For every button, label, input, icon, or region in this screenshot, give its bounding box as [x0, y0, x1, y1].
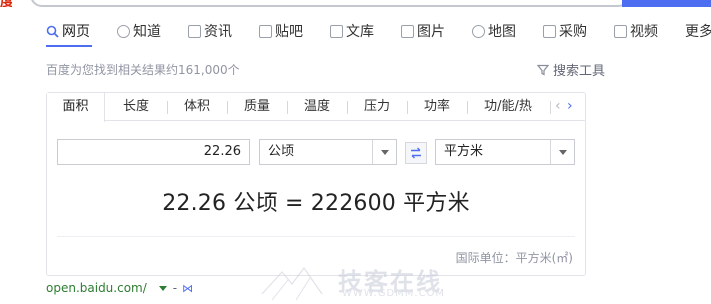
document-icon [330, 24, 343, 38]
watermark-url: WWW.GDMM.COM [342, 288, 446, 299]
result-count: 百度为您找到相关结果约161,000个 [46, 63, 240, 77]
nav-item-web[interactable]: 网页 [46, 18, 90, 44]
nav-item-images[interactable]: 图片 [401, 18, 445, 44]
to-unit-select[interactable]: 平方米 [435, 139, 575, 165]
result-source: open.baidu.com/ - ⋈ [46, 281, 193, 295]
watermark: 技客在线 WWW.GDMM.COM [252, 262, 467, 304]
image-icon [401, 24, 414, 38]
search-icon [46, 25, 59, 38]
chevron-down-icon [372, 140, 396, 164]
nav-item-label: 文库 [346, 24, 374, 40]
international-unit-note: 国际单位：平方米(㎡) [455, 251, 573, 265]
nav-item-zhidao[interactable]: 知道 [117, 18, 161, 44]
nav-item-label: 贴吧 [275, 24, 303, 40]
search-button[interactable] [622, 0, 711, 7]
nav-item-label: 采购 [559, 24, 587, 40]
swap-units-button[interactable] [405, 142, 427, 164]
tab-area[interactable]: 面积 [47, 93, 105, 122]
nav-item-wenku[interactable]: 文库 [330, 18, 374, 44]
nav-item-label: 知道 [133, 24, 161, 40]
tab-pressure[interactable]: 压力 [347, 93, 407, 121]
tab-volume[interactable]: 体积 [168, 93, 226, 121]
tab-mass[interactable]: 质量 [228, 93, 286, 121]
nav-item-tieba[interactable]: 贴吧 [259, 18, 303, 44]
bow-icon: ⋈ [182, 281, 194, 295]
nav-item-label: 地图 [488, 24, 516, 40]
filter-icon [537, 64, 549, 75]
tab-next-icon[interactable]: › [567, 93, 573, 121]
baidu-logo-fragment: 度 [0, 0, 12, 7]
tab-power[interactable]: 功率 [407, 93, 467, 121]
unit-converter-card: 面积 长度 体积 质量 温度 压力 功率 功/能/热 ‹ › 22.26 公顷 … [46, 92, 586, 276]
nav-item-video[interactable]: 视频 [614, 18, 658, 44]
search-category-nav: 网页 知道 资讯 贴吧 文库 图片 地图 采购 视频 更多 [0, 18, 711, 46]
nav-item-news[interactable]: 资讯 [188, 18, 232, 44]
conversion-result: 22.26 公顷 = 222600 平方米 [162, 191, 470, 216]
to-unit-value: 平方米 [444, 144, 484, 159]
nav-item-label: 更多 [685, 24, 711, 40]
chevron-down-icon [550, 140, 574, 164]
play-icon [614, 24, 627, 38]
tab-separator [550, 101, 551, 114]
news-icon [188, 24, 201, 38]
source-separator: - [172, 281, 178, 295]
basket-icon [543, 24, 556, 38]
swap-icon [411, 147, 421, 159]
map-pin-icon [472, 24, 485, 38]
nav-item-label: 图片 [417, 24, 445, 40]
from-unit-value: 公顷 [268, 144, 295, 159]
tieba-icon [259, 24, 272, 38]
nav-item-label: 网页 [62, 24, 90, 40]
top-search-area: 度 [0, 0, 711, 8]
from-unit-select[interactable]: 公顷 [259, 139, 397, 165]
search-tools-button[interactable]: 搜索工具 [537, 60, 605, 79]
watermark-logo-icon [261, 266, 323, 301]
value-input[interactable]: 22.26 [57, 139, 250, 165]
nav-item-map[interactable]: 地图 [472, 18, 516, 44]
converter-tabs: 面积 长度 体积 质量 温度 压力 功率 功/能/热 ‹ › [47, 93, 585, 122]
question-icon [117, 24, 130, 38]
tab-length[interactable]: 长度 [107, 93, 165, 121]
source-url-link[interactable]: open.baidu.com/ [46, 281, 147, 295]
nav-active-underline [46, 45, 92, 47]
tab-temperature[interactable]: 温度 [288, 93, 346, 121]
chevron-down-icon[interactable] [158, 285, 167, 291]
nav-item-more[interactable]: 更多 [685, 18, 711, 44]
search-input[interactable] [30, 0, 630, 7]
search-tools-label: 搜索工具 [553, 64, 606, 79]
nav-item-label: 资讯 [204, 24, 232, 40]
nav-item-label: 视频 [630, 24, 658, 40]
tab-prev-icon[interactable]: ‹ [555, 93, 561, 121]
card-divider [57, 236, 575, 237]
nav-item-purchase[interactable]: 采购 [543, 18, 587, 44]
tab-work-energy-heat[interactable]: 功/能/热 [467, 93, 549, 121]
